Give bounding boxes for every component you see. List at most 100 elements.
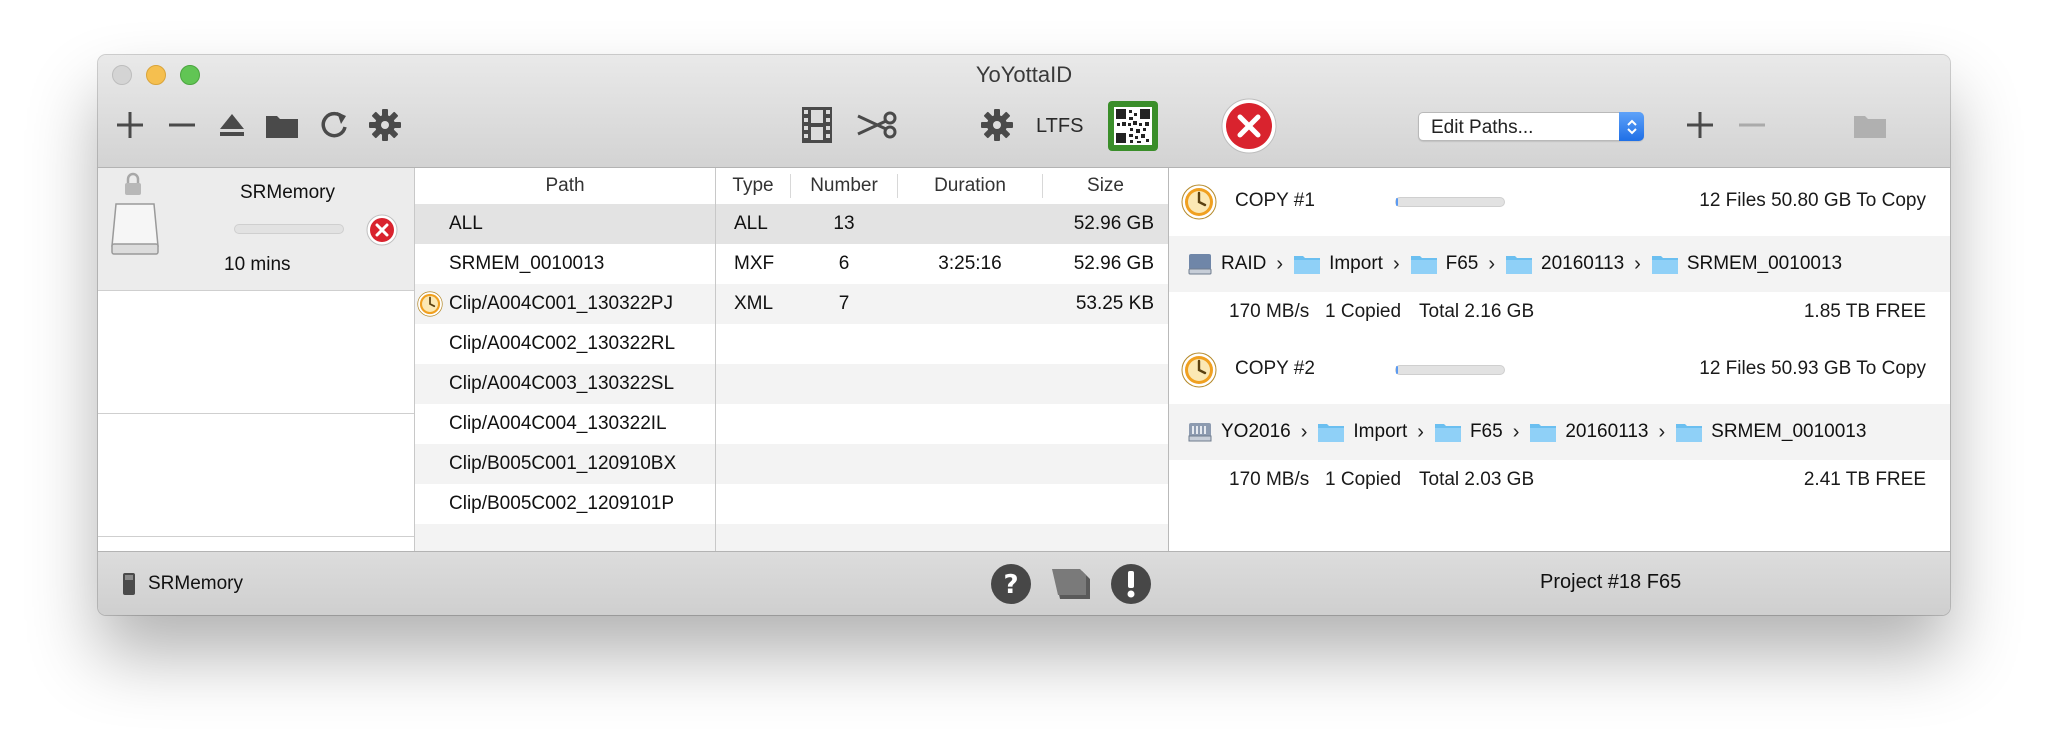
eject-button[interactable] [214,107,250,143]
folder-icon [1294,256,1321,274]
path-row[interactable]: Clip/B005C001_120910BX [415,444,715,484]
path-segment-label: YO2016 [1221,421,1291,442]
plus-icon [1687,112,1713,138]
path-label: Clip/A004C001_130322PJ [449,293,673,314]
path-label: Clip/A004C003_130322SL [449,373,675,394]
path-segment[interactable]: F65 [1410,253,1478,275]
path-row[interactable]: SRMEM_0010013 [415,244,715,284]
remove-path-button[interactable] [1734,107,1770,143]
add-button[interactable] [112,107,148,143]
ltfs-label[interactable]: LTFS [1036,111,1083,141]
path-row[interactable]: ALL [415,204,715,244]
copy-status [1181,184,1217,225]
table-row[interactable]: MXF 6 3:25:16 52.96 GB [716,244,1168,284]
path-segment-label: Import [1353,421,1408,442]
titlebar: YoYottaID LTFS Edit Paths... [98,55,1950,168]
path-column-header[interactable]: Path [415,168,715,204]
folder-icon [1676,424,1703,442]
copy-total: Total 2.03 GB [1419,469,1535,490]
path-row[interactable]: Clip/A004C004_130322IL [415,404,715,444]
destination-free-space: 1.85 TB FREE [1803,301,1926,322]
path-segment[interactable]: Import [1317,421,1407,443]
tape-button[interactable] [1050,565,1094,608]
duration-column-header[interactable]: Duration [898,168,1042,204]
path-row[interactable]: Clip/A004C001_130322PJ [415,284,715,324]
path-folder-button[interactable] [1850,107,1890,143]
alert-button[interactable] [1110,563,1152,610]
trim-button[interactable] [854,107,900,143]
path-status [417,284,443,324]
external-drive-icon [111,203,159,255]
folder-icon [1854,116,1886,138]
type-cell: XML [734,293,774,314]
cancel-device-button[interactable] [366,214,398,251]
raid-drive-icon [1188,423,1212,442]
remove-button[interactable] [164,107,200,143]
ltfs-settings-button[interactable] [978,107,1016,143]
path-segment[interactable]: Import [1293,253,1383,275]
path-segment[interactable]: 20160113 [1529,421,1648,443]
clock-icon [1181,352,1217,388]
path-row[interactable]: Clip/A004C003_130322SL [415,364,715,404]
type-cell: ALL [734,213,768,234]
path-segment[interactable]: F65 [1434,421,1503,443]
film-strip-icon [802,107,832,143]
stop-all-button[interactable] [1220,97,1278,155]
folder-button[interactable] [262,107,302,143]
refresh-button[interactable] [316,107,352,143]
tape-icon [1052,569,1090,599]
path-segment[interactable]: RAID [1187,251,1266,277]
qr-code-icon [1108,101,1158,151]
type-column-header[interactable]: Type [716,168,790,204]
film-button[interactable] [798,105,836,145]
number-cell: 6 [838,253,850,274]
clock-icon [417,291,443,317]
minus-icon [1739,123,1765,127]
minus-icon [169,123,195,127]
copy-title: COPY #2 [1235,358,1315,379]
hard-drive-icon [1188,254,1212,275]
copy-status [1181,352,1217,393]
path-label: Clip/B005C001_120910BX [449,453,677,474]
device-card[interactable]: SRMemory 10 mins [98,168,414,291]
device-name: SRMemory [240,182,336,203]
device-list: SRMemory 10 mins [98,168,415,551]
copy-destination: COPY #2 12 Files 50.93 GB To Copy YO2016… [1169,336,1950,504]
size-column-header[interactable]: Size [1043,168,1168,204]
copy-speed: 170 MB/s [1229,301,1310,322]
path-segment[interactable]: 20160113 [1505,253,1624,275]
number-cell: 7 [838,293,850,314]
chevron-right-icon: › [1276,252,1284,275]
edit-paths-select[interactable]: Edit Paths... [1418,112,1644,141]
folder-icon [1530,424,1557,442]
path-row[interactable]: Clip/A004C002_130322RL [415,324,715,364]
path-segment[interactable]: YO2016 [1187,419,1291,445]
path-segment-label: RAID [1221,253,1267,274]
path-label: ALL [449,213,483,234]
path-segment-label: 20160113 [1565,421,1649,442]
table-row[interactable]: XML 7 53.25 KB [716,284,1168,324]
path-segment[interactable]: SRMEM_0010013 [1651,253,1842,275]
copy-progress-fill [1396,366,1399,374]
copy-progress-bar [1395,365,1505,375]
path-label: SRMEM_0010013 [449,253,605,274]
help-button[interactable]: ? [990,563,1032,610]
settings-button[interactable] [366,107,404,143]
empty-device-slot[interactable] [98,291,414,414]
path-segment[interactable]: SRMEM_0010013 [1675,421,1866,443]
table-row[interactable]: ALL 13 52.96 GB [716,204,1168,244]
duration-cell [898,204,1042,244]
project-label: Project #18 F65 [1540,571,1682,593]
path-row[interactable]: Clip/B005C002_1209101P [415,484,715,524]
path-label: Clip/B005C002_1209101P [449,493,675,514]
number-column-header[interactable]: Number [791,168,897,204]
folder-icon [1410,256,1437,274]
empty-device-slot[interactable] [98,414,414,537]
refresh-icon [321,111,347,138]
copy-progress-bar [1395,197,1505,207]
app-window: YoYottaID LTFS Edit Paths... SRMemory 10… [98,55,1950,615]
qr-code-button[interactable] [1108,101,1158,151]
duration-cell [898,284,1042,324]
add-path-button[interactable] [1682,107,1718,143]
file-type-table: Type Number Duration Size ALL 13 52.96 GB M… [716,168,1169,564]
